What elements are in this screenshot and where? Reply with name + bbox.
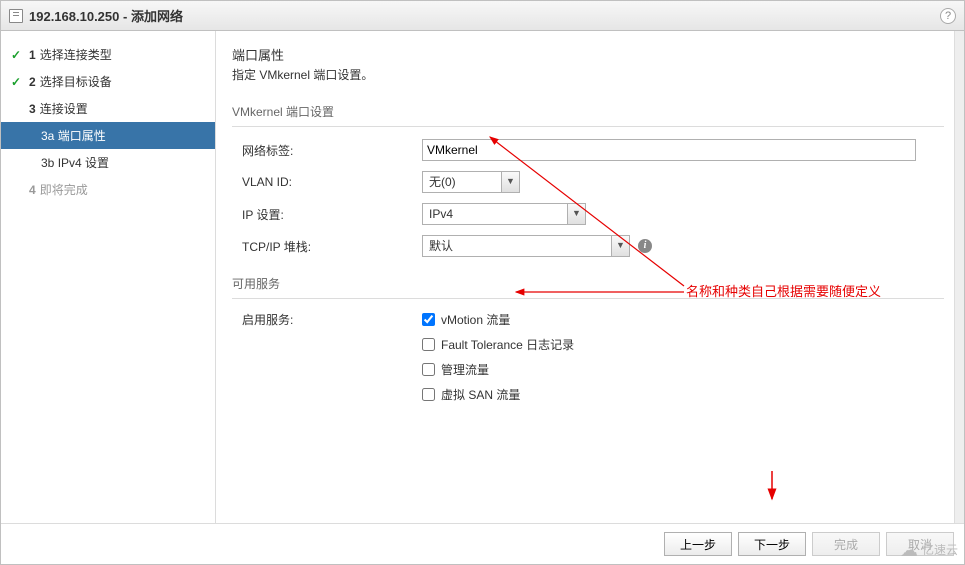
select-stack-value: 默认 — [423, 236, 611, 256]
window-title: 192.168.10.250 - 添加网络 — [29, 6, 183, 25]
substep-code: 3b — [41, 156, 54, 170]
device-icon — [9, 9, 23, 23]
row-stack: TCP/IP 堆栈: 默认 ▼ i — [242, 235, 944, 257]
checkbox-ft[interactable] — [422, 338, 435, 351]
service-vsan: 虚拟 SAN 流量 — [422, 386, 574, 403]
titlebar: 192.168.10.250 - 添加网络 ? — [1, 1, 964, 31]
step-number: 1 — [29, 48, 36, 62]
dialog-add-network: 192.168.10.250 - 添加网络 ? ✓ 1 选择连接类型 ✓ 2 选… — [0, 0, 965, 565]
scrollbar-vertical[interactable] — [954, 31, 964, 523]
select-vlan-value: 无(0) — [423, 172, 501, 192]
service-management: 管理流量 — [422, 361, 574, 378]
check-icon — [11, 102, 25, 116]
dialog-footer: 上一步 下一步 完成 取消 — [1, 523, 964, 564]
watermark: ☁ 亿速云 — [900, 541, 958, 558]
check-icon: ✓ — [11, 48, 25, 62]
wizard-step-3[interactable]: 3 连接设置 — [1, 95, 215, 122]
wizard-step-1[interactable]: ✓ 1 选择连接类型 — [1, 41, 215, 68]
input-network-label[interactable] — [422, 139, 916, 161]
chevron-down-icon: ▼ — [501, 172, 519, 192]
step-number: 2 — [29, 75, 36, 89]
step-label: 选择连接类型 — [40, 46, 112, 63]
row-services: 启用服务: vMotion 流量 Fault Tolerance 日志记录 管理… — [242, 311, 944, 411]
wizard-step-4: 4 即将完成 — [1, 176, 215, 203]
chevron-down-icon: ▼ — [611, 236, 629, 256]
next-button[interactable]: 下一步 — [738, 532, 806, 556]
dialog-body: ✓ 1 选择连接类型 ✓ 2 选择目标设备 3 连接设置 3a 端口属性 3b … — [1, 31, 964, 523]
select-ip[interactable]: IPv4 ▼ — [422, 203, 586, 225]
label-vlan: VLAN ID: — [242, 175, 422, 189]
checkbox-vsan[interactable] — [422, 388, 435, 401]
chevron-down-icon: ▼ — [567, 204, 585, 224]
check-icon: ✓ — [11, 75, 25, 89]
step-label: 连接设置 — [40, 100, 88, 117]
label-network: 网络标签: — [242, 142, 422, 159]
section-description: 指定 VMkernel 端口设置。 — [232, 66, 944, 83]
step-label: 选择目标设备 — [40, 73, 112, 90]
select-stack[interactable]: 默认 ▼ — [422, 235, 630, 257]
finish-button: 完成 — [812, 532, 880, 556]
substep-label: 端口属性 — [58, 129, 106, 143]
row-vlan: VLAN ID: 无(0) ▼ — [242, 171, 944, 193]
service-label: 管理流量 — [441, 361, 489, 378]
step-number: 3 — [29, 102, 36, 116]
wizard-content: 端口属性 指定 VMkernel 端口设置。 VMkernel 端口设置 网络标… — [216, 31, 964, 523]
row-ip: IP 设置: IPv4 ▼ — [242, 203, 944, 225]
info-icon[interactable]: i — [638, 239, 652, 253]
section-title: 端口属性 — [232, 45, 944, 64]
label-enable-services: 启用服务: — [242, 311, 422, 328]
row-network-label: 网络标签: — [242, 139, 944, 161]
group-vmkernel: VMkernel 端口设置 — [232, 103, 944, 127]
service-vmotion: vMotion 流量 — [422, 311, 574, 328]
checkbox-management[interactable] — [422, 363, 435, 376]
check-icon — [11, 183, 25, 197]
cloud-icon: ☁ — [900, 544, 918, 556]
step-label: 即将完成 — [40, 181, 88, 198]
step-number: 4 — [29, 183, 36, 197]
select-ip-value: IPv4 — [423, 204, 567, 224]
checkbox-vmotion[interactable] — [422, 313, 435, 326]
service-ft: Fault Tolerance 日志记录 — [422, 336, 574, 353]
back-button[interactable]: 上一步 — [664, 532, 732, 556]
service-label: Fault Tolerance 日志记录 — [441, 336, 574, 353]
service-label: 虚拟 SAN 流量 — [441, 386, 520, 403]
wizard-substep-3a[interactable]: 3a 端口属性 — [1, 122, 215, 149]
label-stack: TCP/IP 堆栈: — [242, 238, 422, 255]
wizard-substep-3b[interactable]: 3b IPv4 设置 — [1, 149, 215, 176]
wizard-sidebar: ✓ 1 选择连接类型 ✓ 2 选择目标设备 3 连接设置 3a 端口属性 3b … — [1, 31, 216, 523]
host-ip: 192.168.10.250 — [29, 9, 119, 24]
group-services: 可用服务 — [232, 275, 944, 299]
service-label: vMotion 流量 — [441, 311, 510, 328]
wizard-step-2[interactable]: ✓ 2 选择目标设备 — [1, 68, 215, 95]
substep-label: IPv4 设置 — [58, 156, 109, 170]
label-ip: IP 设置: — [242, 206, 422, 223]
help-icon[interactable]: ? — [940, 8, 956, 24]
substep-code: 3a — [41, 129, 54, 143]
select-vlan[interactable]: 无(0) ▼ — [422, 171, 520, 193]
